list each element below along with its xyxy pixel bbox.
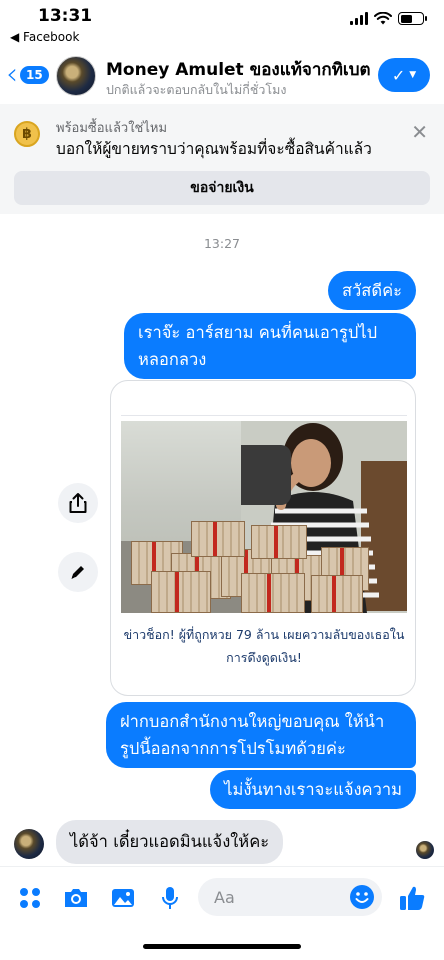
microphone-icon[interactable] [156, 884, 184, 912]
back-button[interactable]: ‹ 15 [6, 57, 49, 92]
emoji-glyph [350, 885, 374, 909]
photo-glyph [112, 889, 134, 907]
promo-body: บอกให้ผู้ขายทราบว่าคุณพร้อมที่จะซื้อสินค… [56, 140, 372, 158]
page-title[interactable]: Money Amulet ของแท้จากทิเบต [106, 56, 371, 83]
thumbs-up-glyph [400, 886, 425, 910]
incoming-message[interactable]: ได้จ้า เดี๋ยวแอดมินแจ้งให้คะ [56, 820, 284, 864]
baht-coin-icon: ฿ [14, 121, 40, 147]
sender-avatar[interactable] [14, 829, 44, 859]
shared-link-caption[interactable]: ข่าวช็อก! ผู้ที่ถูกหวย 79 ล้าน เผยความลั… [121, 623, 407, 669]
money-stack [251, 525, 307, 559]
back-to-facebook-link[interactable]: ◀ Facebook [10, 30, 79, 44]
camera-icon[interactable] [62, 884, 90, 912]
card-divider [121, 415, 407, 416]
signal-icon [350, 12, 368, 25]
apps-grid-icon[interactable] [16, 884, 44, 912]
wifi-icon [374, 12, 392, 25]
money-stack [191, 521, 245, 557]
outgoing-message[interactable]: ฝากบอกสำนักงานใหญ่ขอบคุณ ให้นำรูปนี้ออกจ… [106, 702, 416, 768]
close-icon[interactable]: ✕ [411, 120, 428, 144]
request-payment-button[interactable]: ขอจ่ายเงิน [14, 171, 430, 205]
pencil-icon [71, 566, 84, 579]
status-time: 13:31 [38, 6, 93, 26]
message-input-box [198, 878, 382, 916]
edit-button[interactable] [58, 552, 98, 592]
purchase-prompt-banner: ฿ พร้อมซื้อแล้วใช่ไหม บอกให้ผู้ขายทราบว่… [0, 104, 444, 214]
photo-icon[interactable] [109, 884, 137, 912]
status-indicators [350, 12, 427, 25]
check-icon: ✓ [391, 65, 406, 85]
microphone-glyph [162, 887, 178, 909]
promo-title: พร้อมซื้อแล้วใช่ไหม [56, 121, 168, 136]
chevron-left-icon: ‹ [6, 57, 18, 92]
like-icon[interactable] [398, 884, 426, 912]
response-time-subtitle: ปกติแล้วจะตอบกลับในไม่กี่ชั่วโมง [106, 82, 287, 97]
page-avatar[interactable] [56, 56, 96, 96]
outgoing-message[interactable]: ไม่งั้นทางเราจะแจ้งความ [210, 770, 416, 809]
unread-count-badge: 15 [20, 66, 49, 84]
emoji-icon[interactable] [348, 883, 376, 915]
mark-done-button[interactable]: ✓ ▼ [378, 58, 430, 92]
money-stack [311, 575, 363, 613]
caret-down-icon: ▼ [409, 70, 417, 80]
message-input[interactable] [198, 878, 338, 916]
apps-grid-glyph [20, 888, 40, 908]
money-stack [151, 571, 211, 613]
shared-link-card[interactable]: ข่าวช็อก! ผู้ที่ถูกหวย 79 ล้าน เผยความลั… [110, 380, 416, 696]
seen-avatar [416, 841, 434, 859]
status-bar: 13:31 ◀ Facebook [0, 0, 444, 48]
chat-header: ‹ 15 Money Amulet ของแท้จากทิเบต ปกติแล้… [0, 48, 444, 104]
battery-fill [400, 14, 413, 23]
message-timestamp: 13:27 [203, 236, 241, 251]
battery-icon [398, 12, 427, 25]
outgoing-message[interactable]: สวัสดีค่ะ [327, 271, 416, 310]
share-button[interactable] [58, 483, 98, 523]
shared-news-image[interactable] [121, 421, 407, 613]
outgoing-message[interactable]: เราจ๊ะ อาร์สยาม คนที่คนเอารูปไปหลอกลวง [124, 313, 416, 379]
camera-glyph [65, 889, 87, 907]
share-icon [69, 493, 87, 513]
money-stack [241, 573, 305, 613]
home-indicator [143, 944, 301, 949]
